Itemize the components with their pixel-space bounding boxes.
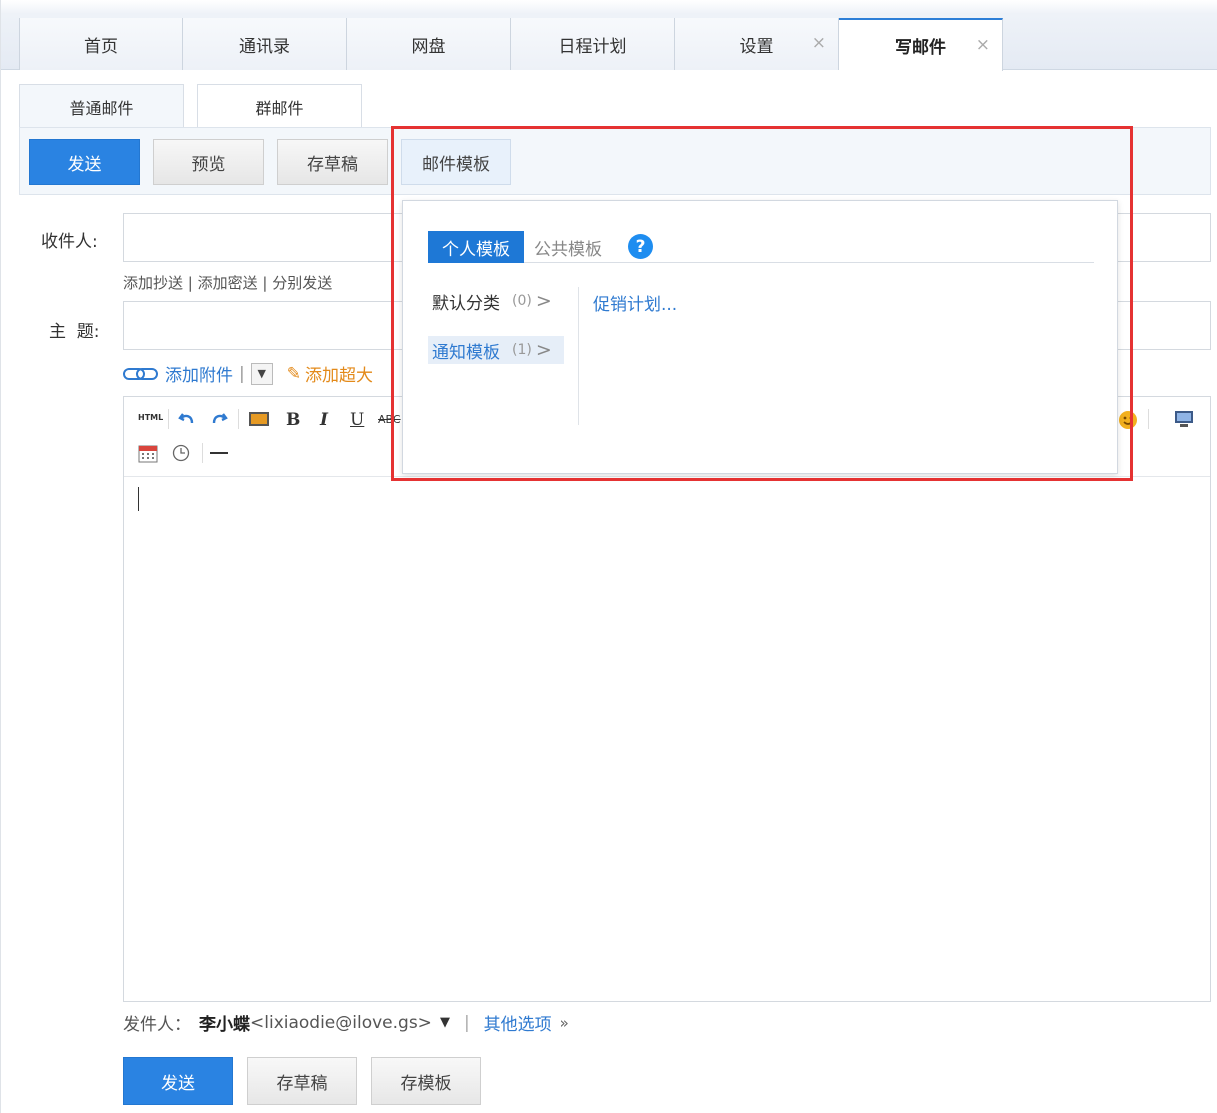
image-icon[interactable] [248, 411, 270, 427]
tab-group-mail[interactable]: 群邮件 [197, 84, 362, 128]
separate-send-link[interactable]: 分别发送 [272, 274, 332, 292]
attach-row: 添加附件 | ▼ ✎ 添加超大 [123, 361, 373, 386]
subject-label: 主 题: [49, 322, 100, 342]
calendar-icon[interactable] [138, 443, 158, 463]
add-attachment-link[interactable]: 添加附件 [165, 361, 233, 386]
sender-name: 李小蝶 [199, 1015, 250, 1035]
send-button-bottom[interactable]: 发送 [123, 1057, 233, 1105]
paperclip-icon: ✎ [286, 363, 301, 384]
sender-dropdown-icon[interactable]: ▼ [440, 1015, 450, 1030]
sender-row: 发件人： 李小蝶 <lixiaodie@ilove.gs> ▼ | 其他选项 » [123, 1010, 569, 1036]
tab-settings[interactable]: 设置 × [675, 18, 839, 70]
separator: | [463, 1012, 470, 1033]
tab-netdisk[interactable]: 网盘 [347, 18, 511, 70]
compose-page: 首页 通讯录 网盘 日程计划 设置 × 写邮件 × 普通邮件 群邮件 发送 预览… [0, 0, 1217, 1113]
tab-contacts[interactable]: 通讯录 [183, 18, 347, 70]
html-mode-button[interactable]: HTML [138, 413, 163, 422]
screenshot-icon[interactable] [1174, 410, 1194, 428]
close-icon[interactable]: × [812, 33, 826, 53]
tab-compose[interactable]: 写邮件 × [839, 18, 1003, 71]
undo-icon[interactable] [178, 410, 196, 428]
italic-button[interactable]: I [320, 410, 328, 430]
send-button[interactable]: 发送 [29, 139, 140, 185]
add-cc-link[interactable]: 添加抄送 [123, 274, 183, 292]
underline-button[interactable]: U [350, 410, 364, 430]
tab-label: 网盘 [411, 36, 446, 57]
bold-button[interactable]: B [286, 410, 300, 430]
highlight-box [391, 126, 1133, 481]
tab-calendar[interactable]: 日程计划 [511, 18, 675, 70]
attach-dropdown-icon[interactable]: ▼ [250, 362, 273, 385]
top-nav: 首页 通讯录 网盘 日程计划 设置 × 写邮件 × [1, 0, 1217, 71]
double-chevron-down-icon[interactable]: » [560, 1014, 569, 1032]
close-icon[interactable]: × [976, 35, 990, 55]
separator [202, 443, 203, 463]
recipient-label: 收件人: [41, 232, 98, 252]
tab-label: 首页 [84, 36, 118, 57]
separator: | [262, 274, 273, 292]
separator [1148, 409, 1149, 429]
link-icon [123, 367, 158, 380]
redo-icon[interactable] [210, 410, 228, 428]
save-draft-button[interactable]: 存草稿 [277, 139, 388, 185]
preview-button[interactable]: 预览 [153, 139, 264, 185]
sender-email: <lixiaodie@ilove.gs> [250, 1012, 432, 1033]
separator [168, 409, 169, 429]
tab-label: 写邮件 [895, 38, 946, 58]
save-template-button[interactable]: 存模板 [371, 1057, 481, 1105]
add-large-attachment-link[interactable]: 添加超大 [305, 361, 373, 386]
tab-normal-mail[interactable]: 普通邮件 [19, 84, 184, 128]
tab-label: 通讯录 [239, 36, 290, 57]
tab-label: 日程计划 [558, 36, 627, 57]
clock-icon[interactable] [172, 444, 190, 462]
recipient-links: 添加抄送 | 添加密送 | 分别发送 [123, 272, 332, 293]
mail-editor[interactable]: HTML B I U ABC [123, 396, 1211, 1002]
tab-label: 群邮件 [255, 98, 304, 118]
tab-label: 普通邮件 [69, 98, 134, 118]
save-draft-button-bottom[interactable]: 存草稿 [247, 1057, 357, 1105]
tab-label: 设置 [739, 36, 774, 57]
sender-label: 发件人： [123, 1015, 191, 1035]
text-cursor [138, 487, 139, 511]
separator: | [187, 274, 198, 292]
add-bcc-link[interactable]: 添加密送 [198, 274, 258, 292]
separator [238, 409, 239, 429]
separator: | [239, 363, 245, 384]
horizontal-rule-icon[interactable] [210, 452, 228, 454]
other-options-link[interactable]: 其他选项 [484, 1010, 552, 1035]
tab-home[interactable]: 首页 [19, 18, 183, 70]
